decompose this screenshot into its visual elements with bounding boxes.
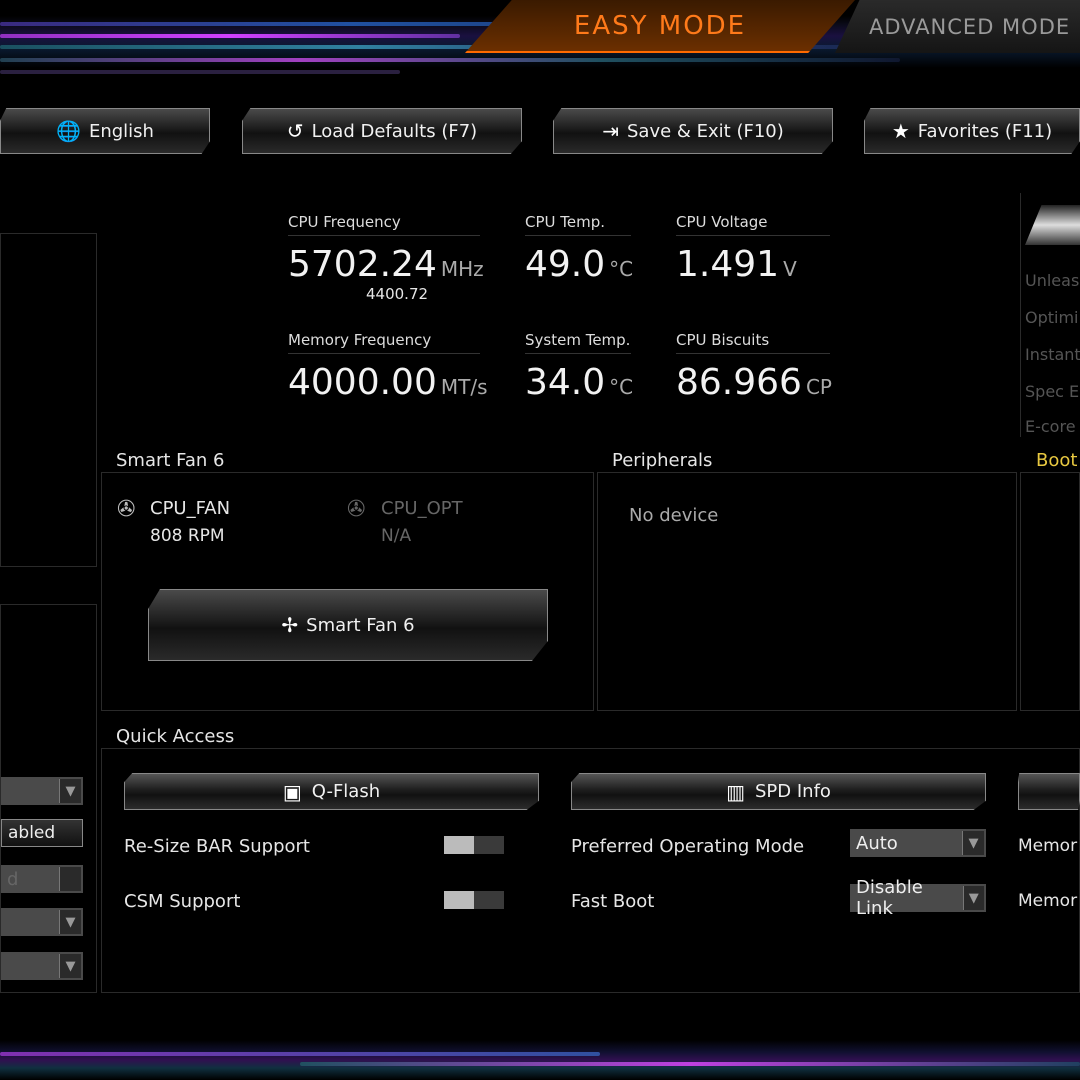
preferred-mode-label: Preferred Operating Mode	[571, 836, 805, 857]
stat-label: CPU Frequency	[288, 213, 480, 236]
feature-item[interactable]: Spec E	[1025, 382, 1079, 401]
spd-info-label: SPD Info	[754, 781, 831, 802]
stat-unit: MHz	[440, 257, 484, 281]
load-defaults-button[interactable]: ↺ Load Defaults (F7)	[242, 108, 522, 154]
left-settings-panel: ▼ abled d▼ ▼ ▼	[0, 604, 97, 993]
smart-fan-button-label: Smart Fan 6	[306, 614, 415, 636]
memory-icon: ▥	[726, 779, 745, 804]
fan-icon: ✢	[281, 613, 299, 637]
stat-label: CPU Voltage	[676, 213, 830, 236]
chevron-down-icon: ▼	[59, 954, 81, 978]
left-dropdown-3[interactable]: ▼	[1, 908, 83, 936]
fan-icon: ✇	[347, 497, 366, 522]
stat-label: CPU Biscuits	[676, 331, 830, 354]
checkbox-icon: ▼	[59, 867, 81, 891]
smart-fan-panel: ✇ CPU_FAN 808 RPM ✇ CPU_OPT N/A ✢ Smart F…	[101, 472, 594, 711]
language-label: English	[88, 120, 154, 142]
left-dropdown-disabled[interactable]: d▼	[1, 865, 83, 893]
boot-panel	[1020, 472, 1080, 711]
stat-sub-value: 4400.72	[366, 285, 429, 303]
left-dropdown-4[interactable]: ▼	[1, 952, 83, 980]
stat-cpu-temp: CPU Temp. 49.0 °C	[525, 213, 634, 285]
smart-fan-button[interactable]: ✢ Smart Fan 6	[148, 589, 548, 661]
q-flash-button[interactable]: ▣ Q-Flash	[124, 773, 539, 810]
no-device-text: No device	[629, 505, 719, 526]
stat-value: 1.491	[676, 244, 780, 285]
peripherals-title: Peripherals	[612, 450, 713, 471]
csm-support-toggle[interactable]	[444, 891, 504, 909]
stat-label: Memory Frequency	[288, 331, 480, 354]
stat-unit: °C	[609, 375, 634, 399]
stat-unit: CP	[805, 375, 832, 399]
stat-value: 34.0	[525, 362, 606, 403]
boot-title: Boot	[1036, 450, 1078, 471]
fast-boot-dropdown[interactable]: Disable Link ▼	[850, 877, 986, 919]
resize-bar-toggle[interactable]	[444, 836, 504, 854]
fast-boot-label: Fast Boot	[571, 891, 655, 912]
dropdown-value: Auto	[856, 832, 898, 854]
favorites-label: Favorites (F11)	[917, 120, 1053, 142]
feature-item[interactable]: E-core	[1025, 417, 1076, 436]
stat-unit: MT/s	[440, 375, 488, 399]
feature-banner	[1025, 205, 1080, 245]
stat-value: 49.0	[525, 244, 606, 285]
fan-name: CPU_OPT	[381, 498, 463, 519]
dropdown-value: Disable Link	[856, 877, 923, 919]
tab-easy-mode[interactable]: EASY MODE	[465, 0, 855, 53]
memory-setting-label: Memor	[1018, 836, 1078, 856]
right-features-panel: Unleas Optimi Instant Spec E E-core	[1020, 193, 1080, 437]
quick-access-button-3[interactable]	[1018, 773, 1080, 810]
bottom-banner	[0, 1040, 1080, 1080]
left-button-label: abled	[8, 823, 56, 843]
feature-item[interactable]: Optimi	[1025, 308, 1079, 327]
fan-speed: 808 RPM	[150, 526, 225, 546]
chevron-down-icon: ▼	[59, 910, 81, 934]
language-button[interactable]: 🌐 English	[0, 108, 210, 154]
spd-info-button[interactable]: ▥ SPD Info	[571, 773, 986, 810]
undo-icon: ↺	[286, 119, 304, 143]
fan-icon: ✇	[117, 497, 136, 522]
left-dropdown-label: d	[7, 868, 19, 890]
stat-memory-frequency: Memory Frequency 4000.00 MT/s	[288, 331, 488, 403]
globe-icon: 🌐	[56, 119, 81, 143]
stat-system-temp: System Temp. 34.0 °C	[525, 331, 634, 403]
tab-advanced-mode[interactable]: ADVANCED MODE	[835, 0, 1080, 53]
exit-icon: ⇥	[602, 119, 619, 143]
stat-label: System Temp.	[525, 331, 631, 354]
left-dropdown-1[interactable]: ▼	[1, 777, 83, 805]
stat-cpu-biscuits: CPU Biscuits 86.966 CP	[676, 331, 832, 403]
stat-cpu-voltage: CPU Voltage 1.491 V	[676, 213, 830, 285]
fan-speed: N/A	[381, 526, 412, 546]
chip-icon: ▣	[282, 779, 302, 804]
feature-item[interactable]: Instant	[1025, 345, 1080, 364]
left-info-panel	[0, 233, 97, 567]
stat-value: 4000.00	[288, 362, 437, 403]
save-exit-button[interactable]: ⇥ Save & Exit (F10)	[553, 108, 833, 154]
quick-access-title: Quick Access	[116, 726, 235, 747]
chevron-down-icon: ▼	[962, 886, 984, 910]
feature-item[interactable]: Unleas	[1025, 271, 1079, 290]
stat-unit: V	[783, 257, 797, 281]
resize-bar-label: Re-Size BAR Support	[124, 836, 310, 857]
chevron-down-icon: ▼	[962, 831, 984, 855]
preferred-mode-dropdown[interactable]: Auto ▼	[850, 829, 986, 857]
peripherals-panel: No device	[597, 472, 1017, 711]
smart-fan-title: Smart Fan 6	[116, 450, 225, 471]
stat-value: 5702.24	[288, 244, 437, 285]
load-defaults-label: Load Defaults (F7)	[311, 120, 478, 142]
star-icon: ★	[891, 119, 910, 143]
stat-unit: °C	[609, 257, 634, 281]
chevron-down-icon: ▼	[59, 779, 81, 803]
fan-name: CPU_FAN	[150, 498, 231, 519]
save-exit-label: Save & Exit (F10)	[626, 120, 784, 142]
csm-support-label: CSM Support	[124, 891, 241, 912]
q-flash-label: Q-Flash	[311, 781, 381, 802]
left-button-enabled[interactable]: abled	[1, 819, 83, 847]
favorites-button[interactable]: ★ Favorites (F11)	[864, 108, 1080, 154]
stat-value: 86.966	[676, 362, 802, 403]
memory-setting-label: Memor	[1018, 891, 1078, 911]
stat-cpu-frequency: CPU Frequency 5702.24 MHz 4400.72	[288, 213, 484, 303]
stat-label: CPU Temp.	[525, 213, 631, 236]
